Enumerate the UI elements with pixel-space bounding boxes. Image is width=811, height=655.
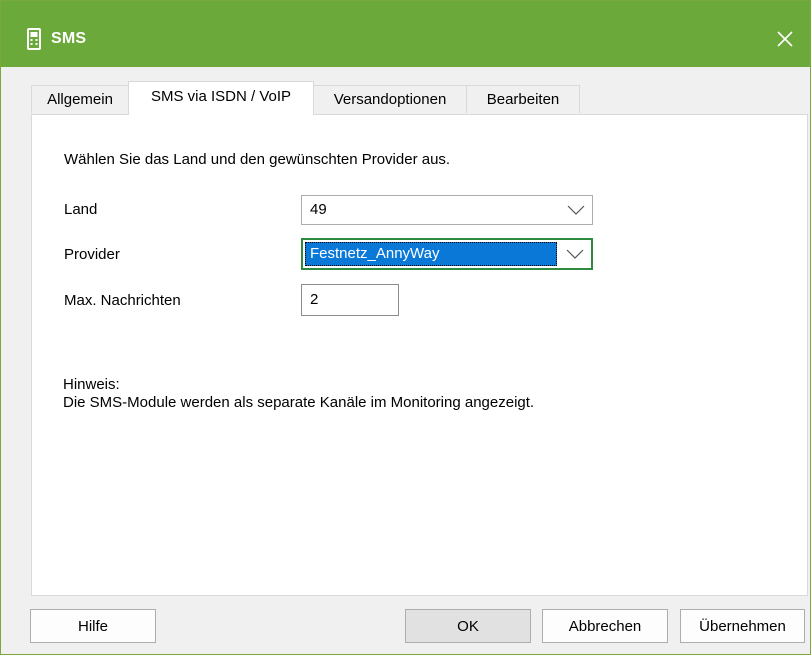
close-button[interactable] bbox=[767, 23, 803, 55]
hint-title: Hinweis: bbox=[63, 376, 120, 393]
apply-button[interactable]: Übernehmen bbox=[680, 609, 805, 643]
chevron-down-icon bbox=[567, 205, 585, 215]
window-title: SMS bbox=[51, 30, 87, 47]
provider-select[interactable]: Festnetz_AnnyWay bbox=[301, 238, 593, 270]
hint-text: Die SMS-Module werden als separate Kanäl… bbox=[63, 394, 535, 411]
land-select[interactable]: 49 bbox=[301, 195, 593, 225]
tab-allgemein[interactable]: Allgemein bbox=[31, 85, 129, 113]
sms-dialog: SMS Allgemein SMS via ISDN / VoIP Versan… bbox=[0, 0, 811, 655]
tab-panel: Wählen Sie das Land und den gewünschten … bbox=[31, 114, 808, 596]
hint-block: Hinweis: Die SMS-Module werden als separ… bbox=[63, 376, 534, 412]
tab-sms-via-isdn-voip[interactable]: SMS via ISDN / VoIP bbox=[128, 81, 314, 115]
close-icon bbox=[777, 31, 793, 47]
provider-value: Festnetz_AnnyWay bbox=[305, 242, 557, 266]
provider-label: Provider bbox=[64, 246, 120, 263]
chevron-down-icon bbox=[566, 249, 584, 259]
intro-text: Wählen Sie das Land und den gewünschten … bbox=[64, 151, 451, 168]
ok-button[interactable]: OK bbox=[405, 609, 531, 643]
tab-bearbeiten[interactable]: Bearbeiten bbox=[466, 85, 580, 113]
phone-icon bbox=[27, 28, 41, 50]
title-bar: SMS bbox=[1, 1, 810, 67]
land-label: Land bbox=[64, 201, 98, 218]
tab-versandoptionen[interactable]: Versandoptionen bbox=[313, 85, 467, 113]
max-messages-input[interactable]: 2 bbox=[301, 284, 399, 316]
cancel-button[interactable]: Abbrechen bbox=[542, 609, 668, 643]
land-value: 49 bbox=[310, 201, 327, 218]
help-button[interactable]: Hilfe bbox=[30, 609, 156, 643]
max-messages-label: Max. Nachrichten bbox=[64, 292, 181, 309]
